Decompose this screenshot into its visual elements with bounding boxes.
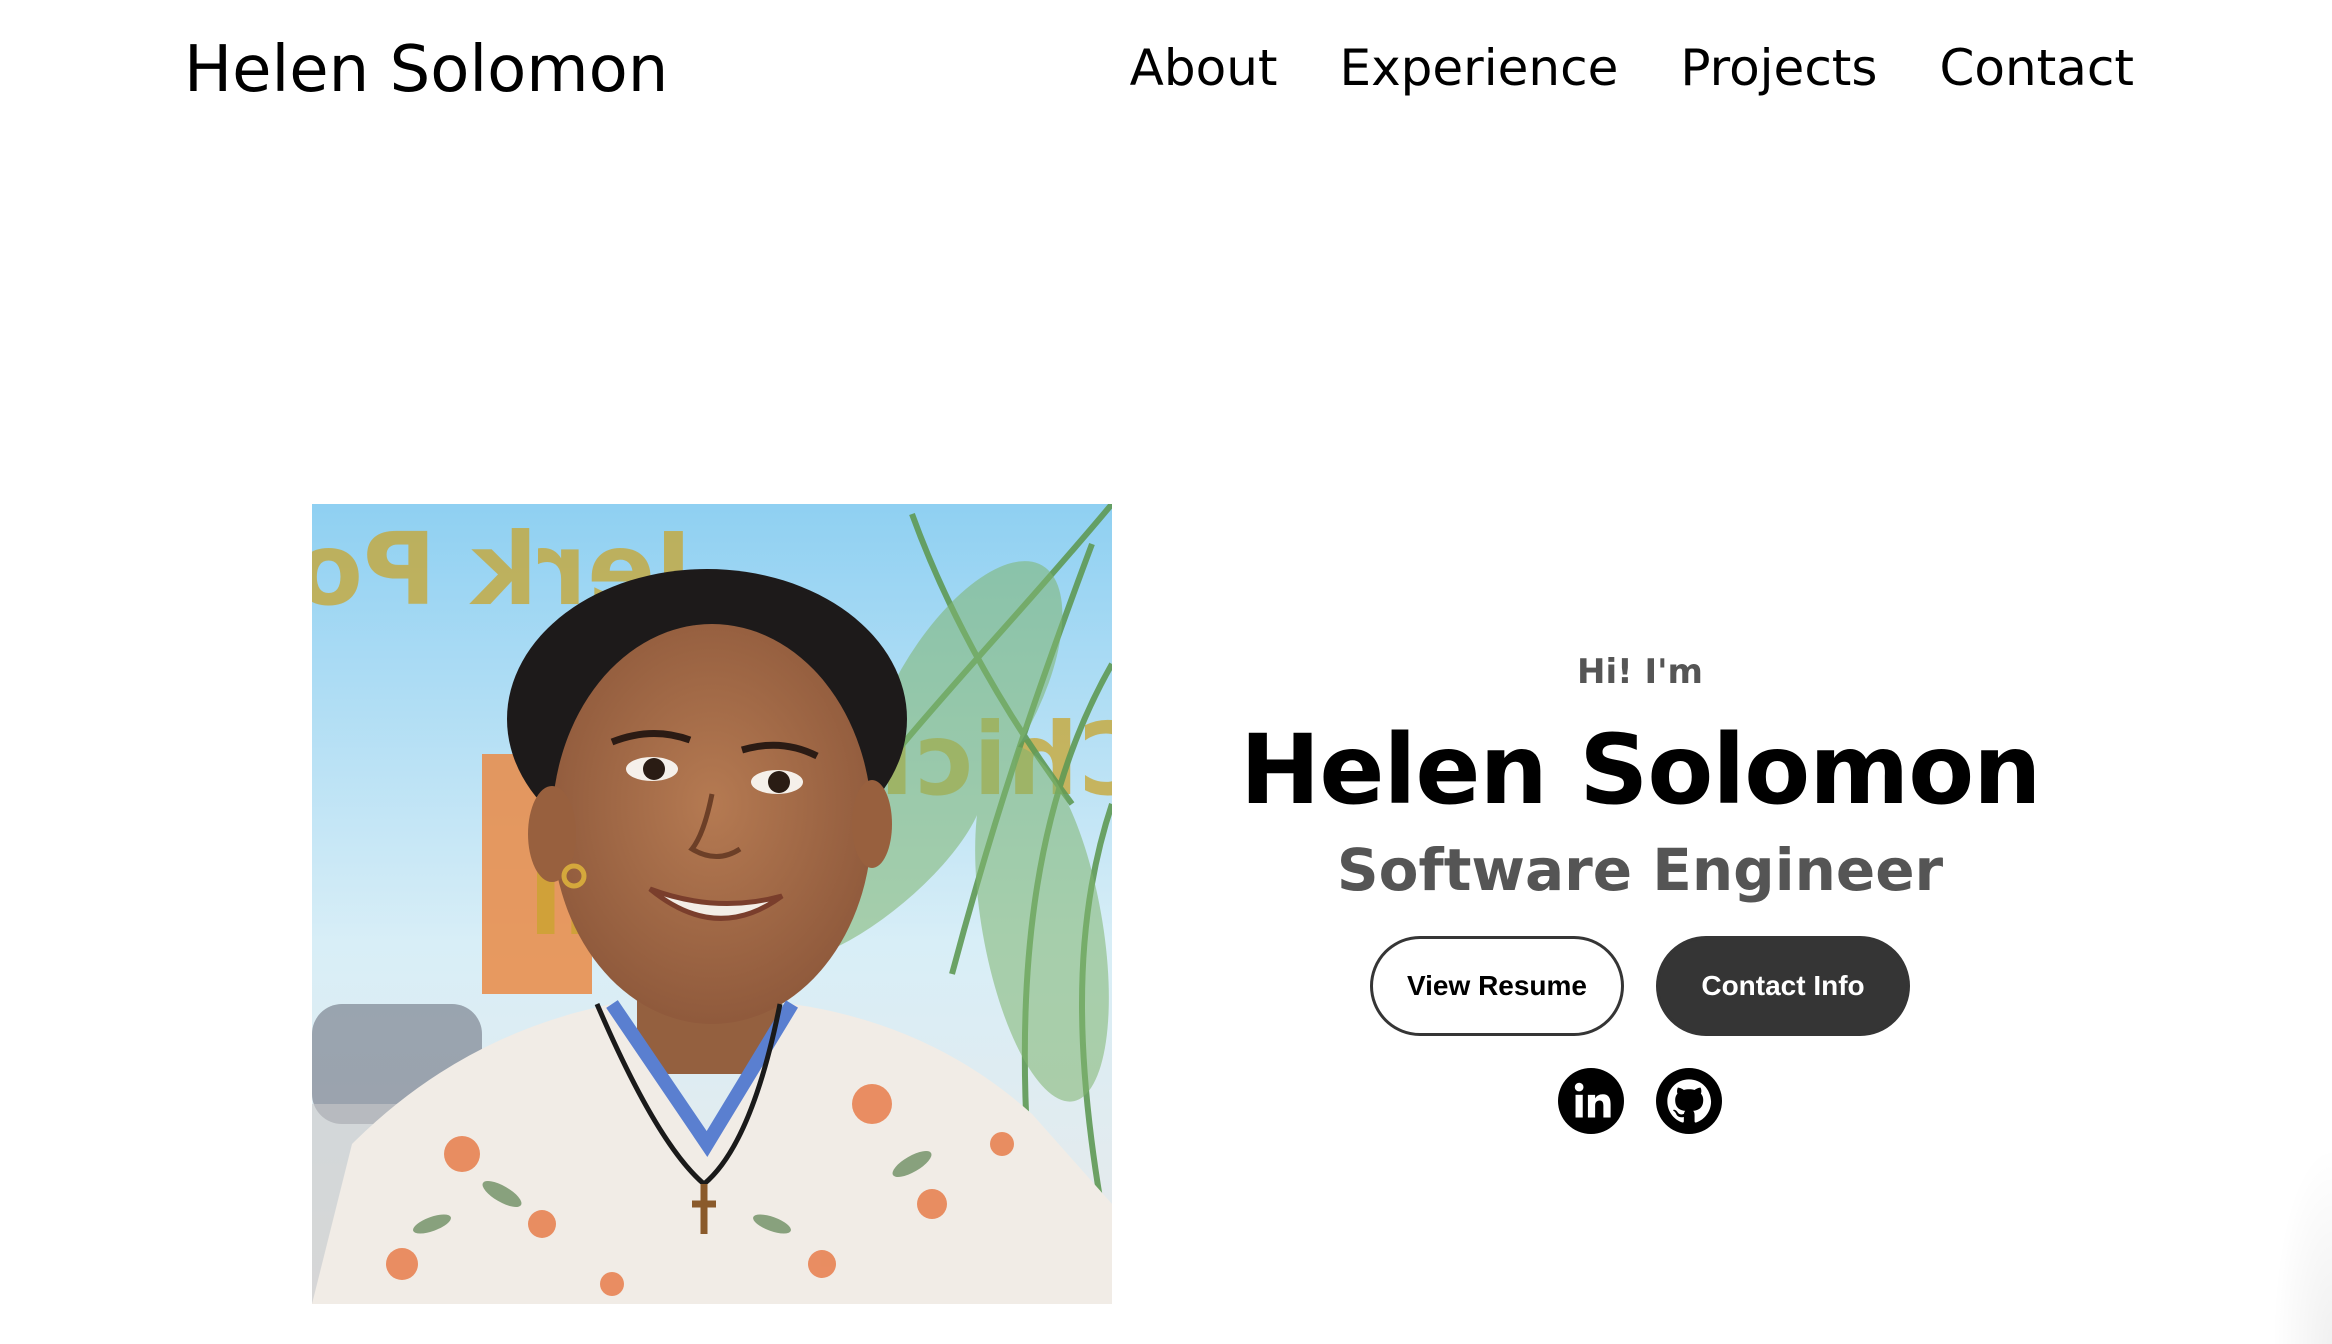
nav-link-contact[interactable]: Contact	[1939, 39, 2134, 97]
nav-item-projects: Projects	[1680, 36, 1877, 100]
site-logo[interactable]: Helen Solomon	[184, 30, 668, 110]
portfolio-page: Helen Solomon About Experience Projects …	[0, 0, 2332, 1344]
github-icon[interactable]	[1656, 1068, 1722, 1134]
contact-info-button[interactable]: Contact Info	[1656, 936, 1910, 1036]
hero-section: Hi! I'm Helen Solomon Software Engineer …	[1240, 644, 2042, 1134]
hero-name: Helen Solomon	[1240, 714, 2042, 826]
linkedin-icon[interactable]	[1558, 1068, 1624, 1134]
hero-buttons: View Resume Contact Info	[1240, 936, 2040, 1036]
page-edge-shadow	[2272, 1144, 2332, 1344]
hero-role: Software Engineer	[1336, 836, 1944, 904]
nav-link-experience[interactable]: Experience	[1340, 39, 1619, 97]
nav-item-experience: Experience	[1340, 36, 1619, 100]
view-resume-button[interactable]: View Resume	[1370, 936, 1624, 1036]
nav-item-contact: Contact	[1939, 36, 2134, 100]
nav-link-projects[interactable]: Projects	[1680, 39, 1877, 97]
profile-photo: Jerk Pork Chicken Oxtail	[312, 504, 1112, 1304]
nav-link-about[interactable]: About	[1130, 39, 1278, 97]
hero-greeting: Hi! I'm	[1577, 652, 1703, 692]
social-links	[1240, 1068, 2040, 1134]
main-nav: About Experience Projects Contact	[1130, 36, 2134, 100]
nav-item-about: About	[1130, 36, 1278, 100]
